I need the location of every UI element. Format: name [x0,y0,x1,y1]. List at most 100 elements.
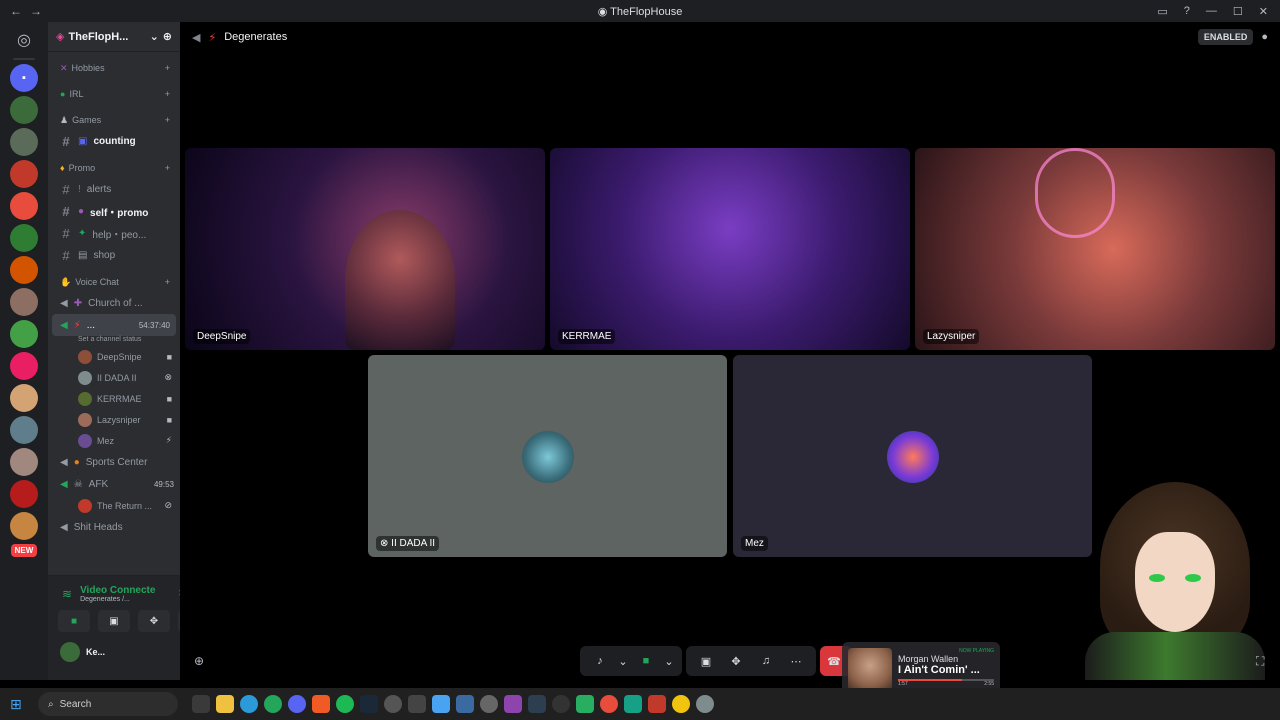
video-tile-mez[interactable]: Mez [733,355,1092,557]
app-icon[interactable] [384,695,402,713]
channel-self-promo[interactable]: # ● self・promo [48,200,180,222]
voice-user[interactable]: II DADA II ⊗ [48,367,180,388]
voice-user[interactable]: DeepSnipe ■ [48,346,180,367]
screen-share-button[interactable]: ▣ [98,610,130,632]
forward-arrow-icon[interactable]: → [30,4,42,18]
soundboard-button[interactable]: ♫ [752,649,780,673]
spotify-icon[interactable] [336,695,354,713]
chrome-icon[interactable] [600,695,618,713]
server-icon[interactable] [10,352,38,380]
server-icon[interactable] [10,320,38,348]
chat-icon[interactable]: ● [1261,31,1268,43]
windows-start-icon[interactable]: ⊞ [10,696,32,713]
channel-shop[interactable]: # ▤ shop [48,244,180,266]
server-icon[interactable] [10,288,38,316]
discord-taskbar-icon[interactable] [288,695,306,713]
app-icon[interactable] [648,695,666,713]
voice-channel-sports[interactable]: ◀ ● Sports Center [48,451,180,473]
channel-help[interactable]: # ✦ help・peo... [48,222,180,244]
server-icon[interactable] [10,96,38,124]
category-promo[interactable]: ♦ Promo + [48,158,180,178]
chrome-icon[interactable] [672,695,690,713]
add-channel-icon[interactable]: + [165,115,170,125]
voice-user[interactable]: The Return ... ⊘ [48,495,180,516]
voice-status-subtitle[interactable]: Degenerates /... [80,596,171,603]
user-name[interactable]: Ke... [86,647,180,657]
file-explorer-icon[interactable] [216,695,234,713]
voice-user[interactable]: KERRMAE ■ [48,388,180,409]
activities-button[interactable]: ✥ [722,649,750,673]
category-hobbies[interactable]: ✕ Hobbies + [48,58,180,78]
app-icon[interactable] [576,695,594,713]
xbox-app-icon[interactable] [264,695,282,713]
screen-share-button[interactable]: ▣ [692,649,720,673]
video-tile-dada[interactable]: ⊗ II DADA II [368,355,727,557]
category-games[interactable]: ♟ Games + [48,110,180,130]
voice-channel-afk[interactable]: ◀ ☠ AFK 49:53 [48,473,180,495]
voice-channel-church[interactable]: ◀ ✚ Church of ... [48,292,180,314]
fullscreen-icon[interactable]: ⛶ [1256,654,1264,669]
server-icon[interactable]: ▪ [10,64,38,92]
help-icon[interactable]: ? [1184,5,1190,17]
voice-channel-shit-heads[interactable]: ◀ Shit Heads [48,516,180,538]
server-icon[interactable] [10,256,38,284]
brave-icon[interactable] [312,695,330,713]
obs-icon[interactable] [552,695,570,713]
microphone-button[interactable]: ♪ [586,649,614,673]
channel-status[interactable]: Set a channel status [48,336,180,346]
video-editor-icon[interactable] [504,695,522,713]
maximize-button[interactable]: ☐ [1233,5,1243,18]
voice-user[interactable]: Lazysniper ■ [48,409,180,430]
enabled-badge[interactable]: ENABLED [1197,29,1254,45]
app-icon[interactable] [528,695,546,713]
server-icon[interactable] [10,448,38,476]
add-member-icon[interactable]: ⊕ [163,30,172,43]
chevron-down-icon[interactable]: ⌄ [662,649,676,673]
activities-button[interactable]: ✥ [138,610,170,632]
server-icon[interactable] [10,416,38,444]
minimize-button[interactable]: — [1206,5,1217,17]
calculator-icon[interactable] [456,695,474,713]
camera-button[interactable]: ■ [58,610,90,632]
discord-home-icon[interactable]: ◎ [10,26,38,54]
server-icon[interactable] [10,160,38,188]
edge-icon[interactable] [240,695,258,713]
server-icon[interactable] [10,480,38,508]
server-icon[interactable] [10,128,38,156]
channel-alerts[interactable]: # ! alerts [48,178,180,200]
close-button[interactable]: ✕ [1259,5,1268,18]
back-arrow-icon[interactable]: ← [10,4,22,18]
add-channel-icon[interactable]: + [165,89,170,99]
add-channel-icon[interactable]: + [165,277,170,287]
user-avatar[interactable] [60,642,80,662]
video-tile-kerrmae[interactable]: KERRMAE [550,148,910,350]
more-options-icon[interactable]: ⋯ [782,649,810,673]
steam-icon[interactable] [360,695,378,713]
notepad-icon[interactable] [432,695,450,713]
camera-button[interactable]: ■ [632,649,660,673]
server-icon[interactable] [10,224,38,252]
voice-user[interactable]: Mez ⚡ [48,430,180,451]
emoji-icon: ⚡ [73,319,81,331]
server-icon[interactable] [10,512,38,540]
inbox-icon[interactable]: ▭ [1157,5,1167,18]
taskbar-search[interactable]: ⌕ Search [38,692,178,716]
invite-icon[interactable]: ⊕ [194,654,204,668]
category-voice[interactable]: ✋ Voice Chat + [48,272,180,292]
video-tile-lazysniper[interactable]: Lazysniper [915,148,1275,350]
app-icon[interactable] [480,695,498,713]
server-header[interactable]: ◈ TheFlopH... ⌄ ⊕ [48,22,180,52]
server-icon[interactable] [10,384,38,412]
app-icon[interactable] [408,695,426,713]
add-channel-icon[interactable]: + [165,63,170,73]
app-icon[interactable] [624,695,642,713]
add-channel-icon[interactable]: + [165,163,170,173]
server-icon[interactable] [10,192,38,220]
video-tile-deepsnipe[interactable]: DeepSnipe [185,148,545,350]
channel-counting[interactable]: # ▣ counting [48,130,180,152]
chevron-down-icon[interactable]: ⌄ [616,649,630,673]
settings-icon[interactable] [696,695,714,713]
task-view-icon[interactable] [192,695,210,713]
voice-channel-active[interactable]: ◀ ⚡ ... 54:37:40 [52,314,176,336]
category-irl[interactable]: ● IRL + [48,84,180,104]
